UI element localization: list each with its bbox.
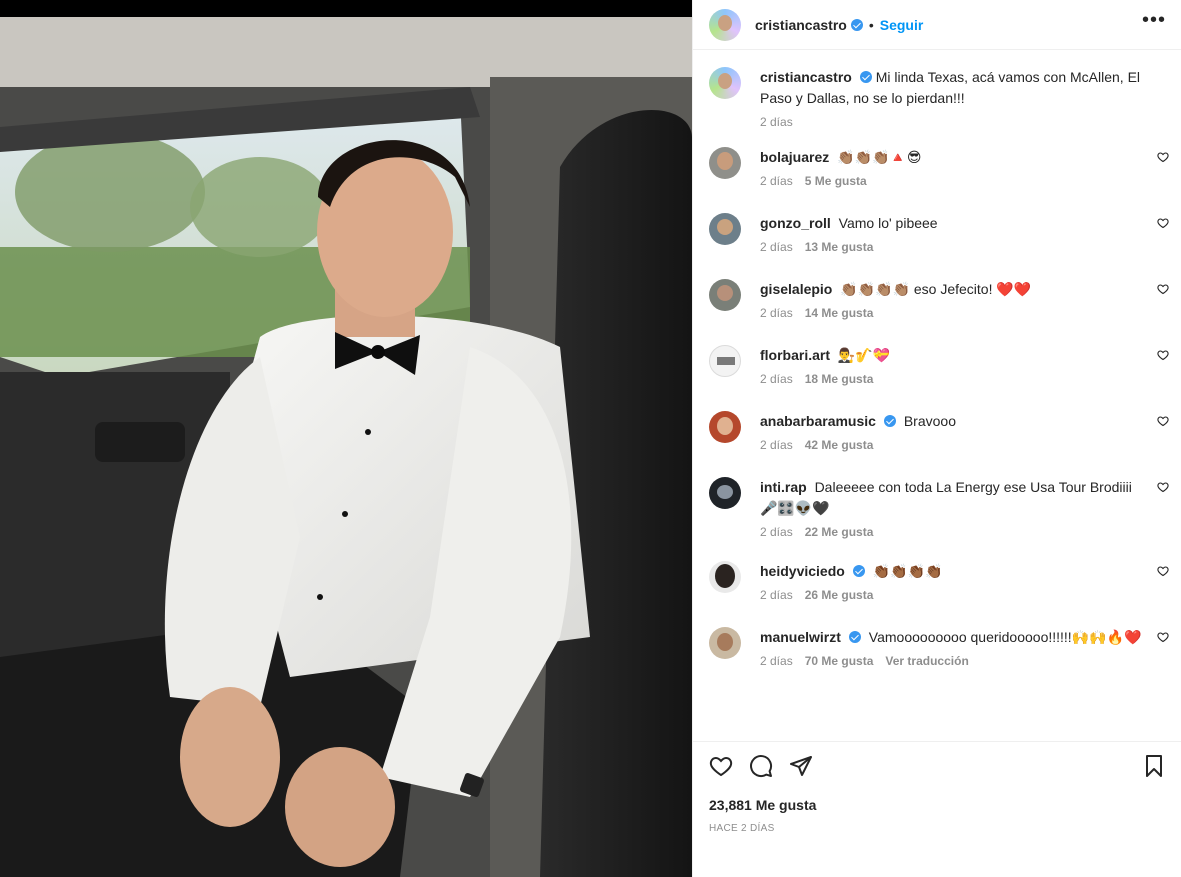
more-icon[interactable]: ••• xyxy=(1142,9,1166,32)
caption-username[interactable]: cristiancastro xyxy=(760,69,852,85)
author-avatar[interactable] xyxy=(709,67,741,99)
commenter-avatar[interactable] xyxy=(709,213,741,245)
heart-small-icon[interactable] xyxy=(1157,415,1169,427)
heart-small-icon[interactable] xyxy=(1157,631,1169,643)
follow-button[interactable]: Seguir xyxy=(880,17,924,33)
comment-time[interactable]: 2 días xyxy=(760,525,793,539)
comment-text: 👨‍⚖️🎷💝 xyxy=(837,347,891,363)
post-timestamp[interactable]: HACE 2 DÍAS xyxy=(709,823,775,834)
comment-username[interactable]: heidyviciedo xyxy=(760,563,845,579)
comment-text: 👏🏽👏🏽👏🏽🔺😎 xyxy=(837,149,922,165)
like-icon[interactable] xyxy=(709,754,733,778)
commenter-avatar[interactable] xyxy=(709,627,741,659)
heart-small-icon[interactable] xyxy=(1157,151,1169,163)
comment-text: 👏🏾👏🏾👏🏾👏🏾 xyxy=(872,563,943,579)
commenter-avatar[interactable] xyxy=(709,147,741,179)
author-avatar[interactable] xyxy=(709,8,741,41)
comment-likes[interactable]: 42 Me gusta xyxy=(805,438,874,452)
bookmark-icon[interactable] xyxy=(1142,754,1166,778)
share-icon[interactable] xyxy=(789,754,813,778)
commenter-avatar[interactable] xyxy=(709,477,741,509)
comment-time[interactable]: 2 días xyxy=(760,372,793,386)
comment-text: Vamooooooooo queridooooo!!!!!!🙌🙌🔥❤️ xyxy=(868,629,1142,645)
comment-likes[interactable]: 13 Me gusta xyxy=(805,240,874,254)
author-username[interactable]: cristiancastro xyxy=(755,17,847,33)
verified-icon xyxy=(859,71,872,83)
verified-icon xyxy=(850,18,863,31)
comments-list[interactable]: cristiancastro Mi linda Texas, acá vamos… xyxy=(693,51,1181,741)
comment-likes[interactable]: 26 Me gusta xyxy=(805,588,874,602)
commenter-avatar[interactable] xyxy=(709,411,741,443)
post-photo[interactable] xyxy=(0,17,692,877)
post-actions: 23,881 Me gusta HACE 2 DÍAS xyxy=(693,741,1181,877)
comment-username[interactable]: bolajuarez xyxy=(760,149,829,165)
post-header: cristiancastro • Seguir ••• xyxy=(693,0,1181,50)
comment-likes[interactable]: 14 Me gusta xyxy=(805,306,874,320)
commenter-avatar[interactable] xyxy=(709,561,741,593)
likes-count[interactable]: 23,881 Me gusta xyxy=(709,797,816,813)
comment-likes[interactable]: 18 Me gusta xyxy=(805,372,874,386)
heart-small-icon[interactable] xyxy=(1157,481,1169,493)
comment-time[interactable]: 2 días xyxy=(760,240,793,254)
commenter-avatar[interactable] xyxy=(709,345,741,377)
separator-dot: • xyxy=(868,16,874,33)
heart-small-icon[interactable] xyxy=(1157,283,1169,295)
commenter-avatar[interactable] xyxy=(709,279,741,311)
comment-text: Bravooo xyxy=(903,413,956,429)
comment-time[interactable]: 2 días xyxy=(760,588,793,602)
comment-username[interactable]: florbari.art xyxy=(760,347,830,363)
photo-illustration xyxy=(0,17,692,877)
comment-time[interactable]: 2 días xyxy=(760,438,793,452)
comment-time[interactable]: 2 días xyxy=(760,174,793,188)
comment-icon[interactable] xyxy=(749,754,773,778)
verified-icon xyxy=(848,631,861,643)
comment-time[interactable]: 2 días xyxy=(760,654,793,668)
comment-likes[interactable]: 22 Me gusta xyxy=(805,525,874,539)
see-translation-link[interactable]: Ver traducción xyxy=(885,654,968,668)
comment-username[interactable]: gonzo_roll xyxy=(760,215,831,231)
heart-small-icon[interactable] xyxy=(1157,565,1169,577)
comment-text: Vamo lo' pibeee xyxy=(838,215,938,231)
heart-small-icon[interactable] xyxy=(1157,217,1169,229)
comment-username[interactable]: giselalepio xyxy=(760,281,832,297)
comment-username[interactable]: anabarbaramusic xyxy=(760,413,876,429)
heart-small-icon[interactable] xyxy=(1157,349,1169,361)
verified-icon xyxy=(883,415,896,427)
comment-likes[interactable]: 5 Me gusta xyxy=(805,174,867,188)
post-details-panel: cristiancastro • Seguir ••• cristiancast… xyxy=(692,0,1181,877)
comment-time[interactable]: 2 días xyxy=(760,306,793,320)
comment-likes[interactable]: 70 Me gusta xyxy=(805,654,874,668)
comment-username[interactable]: inti.rap xyxy=(760,479,807,495)
caption-time[interactable]: 2 días xyxy=(760,115,793,129)
comment-username[interactable]: manuelwirzt xyxy=(760,629,841,645)
comment-text: Daleeeee con toda La Energy ese Usa Tour… xyxy=(760,479,1132,516)
verified-icon xyxy=(852,565,865,577)
comment-text: 👏🏽👏🏽👏🏽👏🏽 eso Jefecito! ❤️❤️ xyxy=(840,281,1032,297)
